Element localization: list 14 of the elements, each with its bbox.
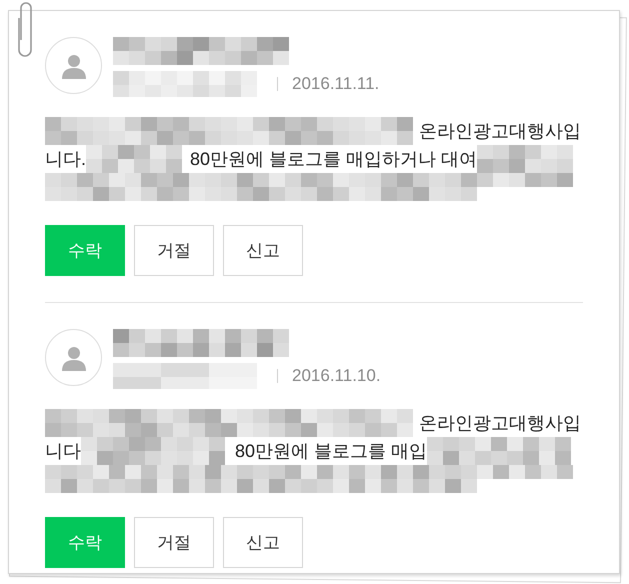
comment-date: 2016.11.10. bbox=[292, 365, 381, 388]
message-text: 온라인광고대행사입 bbox=[419, 120, 581, 143]
action-button[interactable]: 신고 bbox=[223, 225, 303, 276]
message-text: 니다 bbox=[45, 440, 81, 463]
message-text: 80만원에 블로그를 매입 bbox=[234, 440, 428, 463]
avatar-icon bbox=[45, 37, 102, 94]
action-button[interactable]: 신고 bbox=[223, 517, 303, 568]
action-button[interactable]: 거절 bbox=[134, 517, 214, 568]
action-button[interactable]: 거절 bbox=[134, 225, 214, 276]
message-text: 니다. bbox=[45, 148, 86, 171]
avatar-icon bbox=[45, 329, 102, 386]
message-text: 80만원에 블로그를 매입하거나 대여 bbox=[190, 148, 478, 171]
message-text: 온라인광고대행사입 bbox=[419, 412, 581, 435]
comment-date: 2016.11.11. bbox=[292, 73, 380, 96]
